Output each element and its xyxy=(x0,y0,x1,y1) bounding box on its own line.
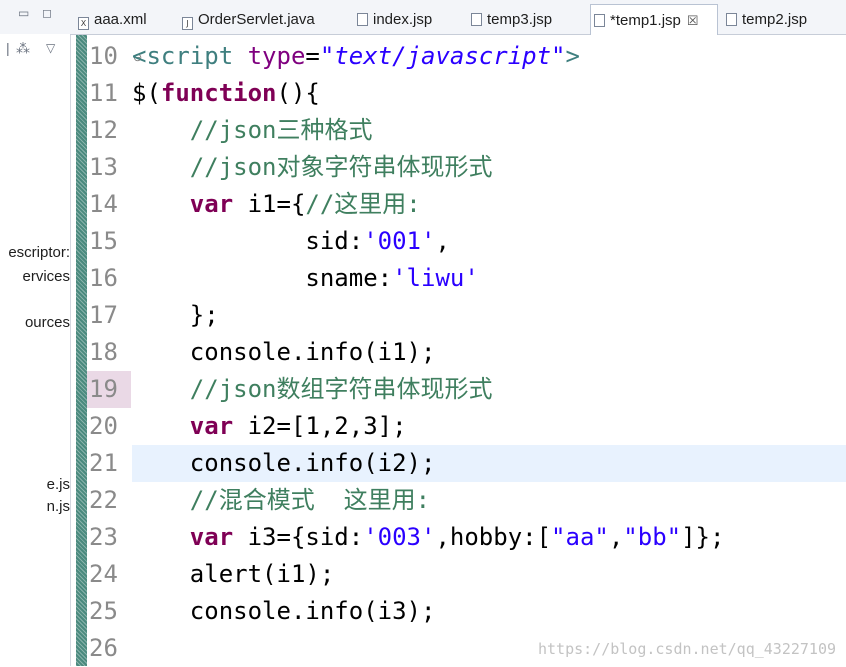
code-line[interactable]: var i1={//这里用: xyxy=(132,186,846,223)
line-number: 20 xyxy=(89,412,118,440)
code-line[interactable]: }; xyxy=(132,297,846,334)
line-number: 10 xyxy=(89,42,118,70)
code-line[interactable]: //json数组字符串体现形式 xyxy=(132,371,846,408)
line-number-marked: 19 xyxy=(87,371,131,408)
watermark: https://blog.csdn.net/qq_43227109 xyxy=(537,640,836,658)
close-tab-icon[interactable]: ☒ xyxy=(687,13,699,28)
code-line[interactable]: //json三种格式 xyxy=(132,112,846,149)
jsp-file-icon xyxy=(357,13,368,26)
maximize-icon[interactable]: ◻ xyxy=(42,6,52,20)
occurrence-ruler xyxy=(76,35,87,666)
line-number: 17 xyxy=(89,301,118,329)
line-number: 16 xyxy=(89,264,118,292)
tab-temp2-jsp[interactable]: temp2.jsp xyxy=(726,6,844,34)
line-number-gutter: 10 11 12 13 14 15 16 17 18 19 20 21 22 2… xyxy=(87,35,142,666)
line-number: 26 xyxy=(89,634,118,662)
explorer-toolbar: ▭ ◻ xyxy=(0,0,70,34)
code-line[interactable]: console.info(i1); xyxy=(132,334,846,371)
line-number: 13 xyxy=(89,153,118,181)
tab-label: index.jsp xyxy=(373,11,433,28)
line-number: 22 xyxy=(89,486,118,514)
line-number: 12 xyxy=(89,116,118,144)
tab-label: temp2.jsp xyxy=(742,11,808,28)
java-file-icon: J xyxy=(182,17,193,30)
tab-index-jsp[interactable]: index.jsp xyxy=(357,6,467,34)
code-line[interactable]: sname:'liwu' xyxy=(132,260,846,297)
line-number: 18 xyxy=(89,338,118,366)
view-menu-icon[interactable]: ▽ xyxy=(46,41,55,55)
tree-item[interactable]: ources xyxy=(0,314,70,331)
code-line[interactable]: var i2=[1,2,3]; xyxy=(132,408,846,445)
code-line[interactable]: //混合模式 这里用: xyxy=(132,482,846,519)
code-line[interactable]: console.info(i3); xyxy=(132,593,846,630)
code-line[interactable]: $(function(){ xyxy=(132,75,846,112)
code-line[interactable]: var i3={sid:'003',hobby:["aa","bb"]}; xyxy=(132,519,846,556)
tab-label: OrderServlet.java xyxy=(198,11,315,28)
tab-label: temp3.jsp xyxy=(487,11,553,28)
code-line[interactable]: alert(i1); xyxy=(132,556,846,593)
tab-label: aaa.xml xyxy=(94,11,147,28)
code-editor[interactable]: 10 11 12 13 14 15 16 17 18 19 20 21 22 2… xyxy=(70,35,846,666)
tab-orderservlet-java[interactable]: J OrderServlet.java xyxy=(182,6,362,34)
line-number: 23 xyxy=(89,523,118,551)
tree-item[interactable]: n.js xyxy=(0,498,70,515)
xml-file-icon: X xyxy=(78,17,89,30)
line-number: 25 xyxy=(89,597,118,625)
tab-temp1-jsp[interactable]: *temp1.jsp ☒ xyxy=(590,4,718,35)
jsp-file-icon xyxy=(471,13,482,26)
tree-item[interactable]: escriptor: xyxy=(0,244,70,261)
code-line[interactable]: sid:'001', xyxy=(132,223,846,260)
link-editor-icon[interactable]: ⁂ xyxy=(16,40,30,57)
separator-icon: | xyxy=(6,40,10,56)
minimize-icon[interactable]: ▭ xyxy=(18,6,29,20)
line-number: 24 xyxy=(89,560,118,588)
line-number: 15 xyxy=(89,227,118,255)
line-number: 14 xyxy=(89,190,118,218)
project-explorer: ▭ ◻ | ⁂ ▽ escriptor: ervices ources e.js… xyxy=(0,0,71,666)
code-line[interactable]: console.info(i2); xyxy=(132,445,846,482)
line-number: 21 xyxy=(89,449,118,477)
jsp-file-icon xyxy=(594,14,605,27)
code-line[interactable]: //json对象字符串体现形式 xyxy=(132,149,846,186)
tree-item[interactable]: e.js xyxy=(0,476,70,493)
tab-label: *temp1.jsp xyxy=(610,12,681,29)
tab-temp3-jsp[interactable]: temp3.jsp xyxy=(471,6,583,34)
tab-aaa-xml[interactable]: Xaaa.xml xyxy=(78,6,178,34)
tree-item[interactable]: ervices xyxy=(0,268,70,285)
line-number: 11 xyxy=(89,79,118,107)
code-line[interactable]: <script type="text/javascript"> xyxy=(132,38,846,75)
editor-tab-bar: Xaaa.xml J OrderServlet.java index.jsp te… xyxy=(70,0,846,35)
jsp-file-icon xyxy=(726,13,737,26)
